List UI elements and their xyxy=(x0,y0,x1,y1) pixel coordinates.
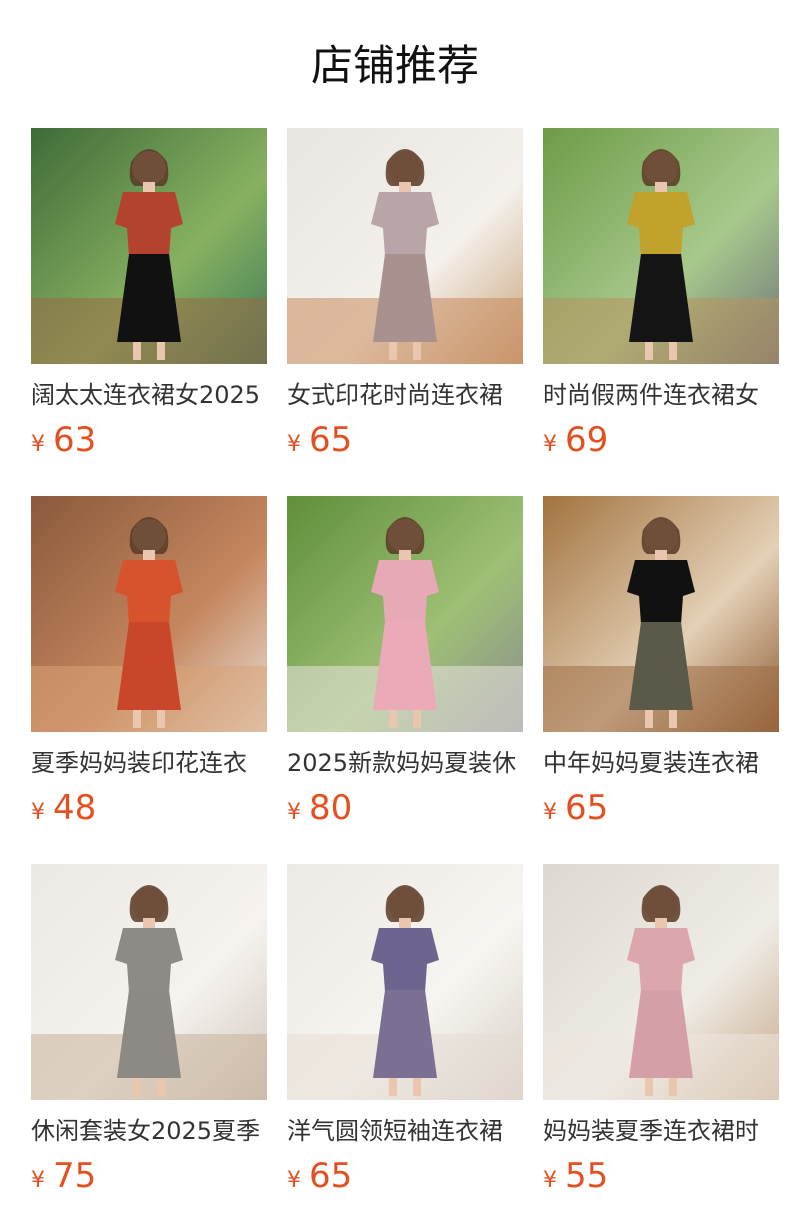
price-amount: 63 xyxy=(53,420,97,460)
product-card[interactable]: 女式印花时尚连衣裙 ¥65 xyxy=(287,128,523,464)
currency-symbol: ¥ xyxy=(543,1168,557,1193)
product-price: ¥55 xyxy=(543,1154,608,1198)
product-image[interactable] xyxy=(31,864,267,1100)
product-price: ¥75 xyxy=(31,1154,96,1198)
product-card[interactable]: 中年妈妈夏装连衣裙 ¥65 xyxy=(543,496,779,832)
product-card[interactable]: 夏季妈妈装印花连衣 ¥48 xyxy=(31,496,267,832)
currency-symbol: ¥ xyxy=(287,1168,301,1193)
product-price: ¥65 xyxy=(287,1154,352,1198)
product-card[interactable]: 休闲套装女2025夏季 ¥75 xyxy=(31,864,267,1200)
currency-symbol: ¥ xyxy=(543,432,557,457)
product-name[interactable]: 休闲套装女2025夏季 xyxy=(31,1114,267,1148)
product-name[interactable]: 洋气圆领短袖连衣裙 xyxy=(287,1114,523,1148)
product-price: ¥63 xyxy=(31,418,96,462)
price-amount: 65 xyxy=(309,420,353,460)
price-amount: 75 xyxy=(53,1156,97,1196)
product-price: ¥48 xyxy=(31,786,96,830)
price-amount: 80 xyxy=(309,788,353,828)
product-card[interactable]: 妈妈装夏季连衣裙时 ¥55 xyxy=(543,864,779,1200)
product-price: ¥65 xyxy=(287,418,352,462)
product-price: ¥80 xyxy=(287,786,352,830)
currency-symbol: ¥ xyxy=(31,800,45,825)
product-image[interactable] xyxy=(287,864,523,1100)
product-price: ¥65 xyxy=(543,786,608,830)
product-image[interactable] xyxy=(31,496,267,732)
price-amount: 55 xyxy=(565,1156,609,1196)
product-name[interactable]: 妈妈装夏季连衣裙时 xyxy=(543,1114,779,1148)
product-image[interactable] xyxy=(287,496,523,732)
product-image[interactable] xyxy=(287,128,523,364)
product-image[interactable] xyxy=(543,128,779,364)
currency-symbol: ¥ xyxy=(287,800,301,825)
product-image[interactable] xyxy=(543,496,779,732)
product-image[interactable] xyxy=(543,864,779,1100)
section-title: 店铺推荐 xyxy=(310,41,479,90)
currency-symbol: ¥ xyxy=(31,432,45,457)
product-card[interactable]: 阔太太连衣裙女2025 ¥63 xyxy=(31,128,267,464)
product-name[interactable]: 女式印花时尚连衣裙 xyxy=(287,378,523,412)
product-name[interactable]: 夏季妈妈装印花连衣 xyxy=(31,746,267,780)
product-image[interactable] xyxy=(31,128,267,364)
price-amount: 65 xyxy=(309,1156,353,1196)
product-name[interactable]: 中年妈妈夏装连衣裙 xyxy=(543,746,779,780)
product-card[interactable]: 时尚假两件连衣裙女 ¥69 xyxy=(543,128,779,464)
product-name[interactable]: 2025新款妈妈夏装休 xyxy=(287,746,523,780)
currency-symbol: ¥ xyxy=(543,800,557,825)
currency-symbol: ¥ xyxy=(31,1168,45,1193)
product-price: ¥69 xyxy=(543,418,608,462)
product-name[interactable]: 阔太太连衣裙女2025 xyxy=(31,378,267,412)
product-card[interactable]: 2025新款妈妈夏装休 ¥80 xyxy=(287,496,523,832)
price-amount: 48 xyxy=(53,788,97,828)
currency-symbol: ¥ xyxy=(287,432,301,457)
price-amount: 69 xyxy=(565,420,609,460)
product-card[interactable]: 洋气圆领短袖连衣裙 ¥65 xyxy=(287,864,523,1200)
store-recommend-page: 店铺推荐 阔太太连衣裙女2025 ¥63 女式印花时尚连衣裙 ¥65 时尚假两件连衣裙女… xyxy=(0,0,790,1232)
product-name[interactable]: 时尚假两件连衣裙女 xyxy=(543,378,779,412)
price-amount: 65 xyxy=(565,788,609,828)
